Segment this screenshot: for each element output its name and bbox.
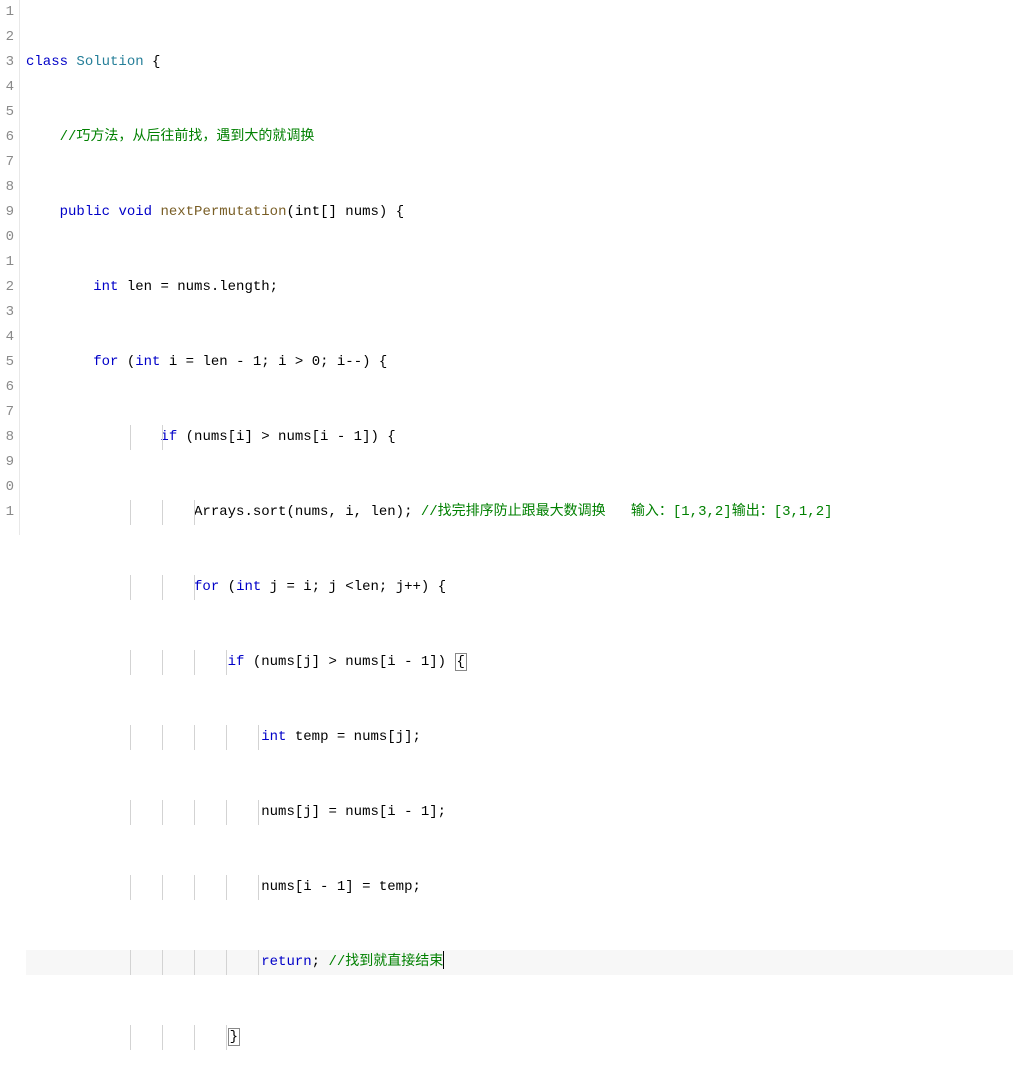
text-cursor <box>443 951 444 969</box>
matched-brace: } <box>228 1028 240 1046</box>
code-text: (nums[i] > nums[i - 1]) { <box>177 429 395 445</box>
keyword-for: for <box>194 579 219 595</box>
line-number: 3 <box>0 300 14 325</box>
line-number: 4 <box>0 75 14 100</box>
line-number-gutter: 1 2 3 4 5 6 7 8 9 0 1 2 3 4 5 6 7 8 9 0 … <box>0 0 20 535</box>
line-number: 7 <box>0 400 14 425</box>
line-number: 0 <box>0 225 14 250</box>
paren: ( <box>219 579 236 595</box>
keyword-int: int <box>236 579 261 595</box>
code-line[interactable]: for (int i = len - 1; i > 0; i--) { <box>26 350 1013 375</box>
keyword-void: void <box>118 204 152 220</box>
code-line[interactable]: Arrays.sort(nums, i, len); //找完排序防止跟最大数调… <box>26 500 1013 525</box>
code-line-active[interactable]: return; //找到就直接结束 <box>26 950 1013 975</box>
line-number: 1 <box>0 500 14 525</box>
code-line[interactable]: nums[i - 1] = temp; <box>26 875 1013 900</box>
keyword-int: int <box>261 729 286 745</box>
comment: //找到就直接结束 <box>328 954 443 970</box>
line-number: 6 <box>0 125 14 150</box>
line-number: 1 <box>0 250 14 275</box>
line-number: 9 <box>0 200 14 225</box>
keyword-for: for <box>93 354 118 370</box>
code-line[interactable]: class Solution { <box>26 50 1013 75</box>
code-line[interactable]: //巧方法，从后往前找，遇到大的就调换 <box>26 125 1013 150</box>
keyword-return: return <box>261 954 311 970</box>
code-text: Arrays.sort(nums, i, len); <box>194 504 421 520</box>
line-number: 3 <box>0 50 14 75</box>
code-line[interactable]: int len = nums.length; <box>26 275 1013 300</box>
line-number: 4 <box>0 325 14 350</box>
line-number: 6 <box>0 375 14 400</box>
line-number: 7 <box>0 150 14 175</box>
keyword-if: if <box>160 429 177 445</box>
keyword-int: int <box>93 279 118 295</box>
code-text: j = i; j <len; j++) { <box>261 579 446 595</box>
keyword-if: if <box>228 654 245 670</box>
class-name: Solution <box>76 54 143 70</box>
code-text: len = nums.length; <box>118 279 278 295</box>
signature: (int[] nums) { <box>286 204 404 220</box>
code-line[interactable]: nums[j] = nums[i - 1]; <box>26 800 1013 825</box>
paren: ( <box>118 354 135 370</box>
line-number: 2 <box>0 25 14 50</box>
line-number: 0 <box>0 475 14 500</box>
code-line[interactable]: if (nums[i] > nums[i - 1]) { <box>26 425 1013 450</box>
code-text: temp = nums[j]; <box>286 729 420 745</box>
matched-brace: { <box>455 653 467 671</box>
code-text: nums[j] = nums[i - 1]; <box>261 804 446 820</box>
code-editor[interactable]: class Solution { //巧方法，从后往前找，遇到大的就调换 pub… <box>20 0 1013 535</box>
line-number: 9 <box>0 450 14 475</box>
code-text: i = len - 1; i > 0; i--) { <box>160 354 387 370</box>
keyword-int: int <box>135 354 160 370</box>
keyword-class: class <box>26 54 68 70</box>
line-number: 8 <box>0 425 14 450</box>
code-line[interactable]: for (int j = i; j <len; j++) { <box>26 575 1013 600</box>
line-number: 8 <box>0 175 14 200</box>
function-name: nextPermutation <box>160 204 286 220</box>
code-text: nums[i - 1] = temp; <box>261 879 421 895</box>
line-number: 2 <box>0 275 14 300</box>
code-line[interactable]: if (nums[j] > nums[i - 1]) { <box>26 650 1013 675</box>
semicolon: ; <box>312 954 329 970</box>
line-number: 5 <box>0 350 14 375</box>
brace: { <box>144 54 161 70</box>
code-line[interactable]: } <box>26 1025 1013 1050</box>
code-line[interactable]: int temp = nums[j]; <box>26 725 1013 750</box>
line-number: 1 <box>0 0 14 25</box>
comment: //找完排序防止跟最大数调换 输入：[1,3,2]输出：[3,1,2] <box>421 504 833 520</box>
comment: //巧方法，从后往前找，遇到大的就调换 <box>60 129 315 145</box>
keyword-public: public <box>60 204 110 220</box>
code-text: (nums[j] > nums[i - 1]) <box>244 654 454 670</box>
line-number: 5 <box>0 100 14 125</box>
code-line[interactable]: public void nextPermutation(int[] nums) … <box>26 200 1013 225</box>
